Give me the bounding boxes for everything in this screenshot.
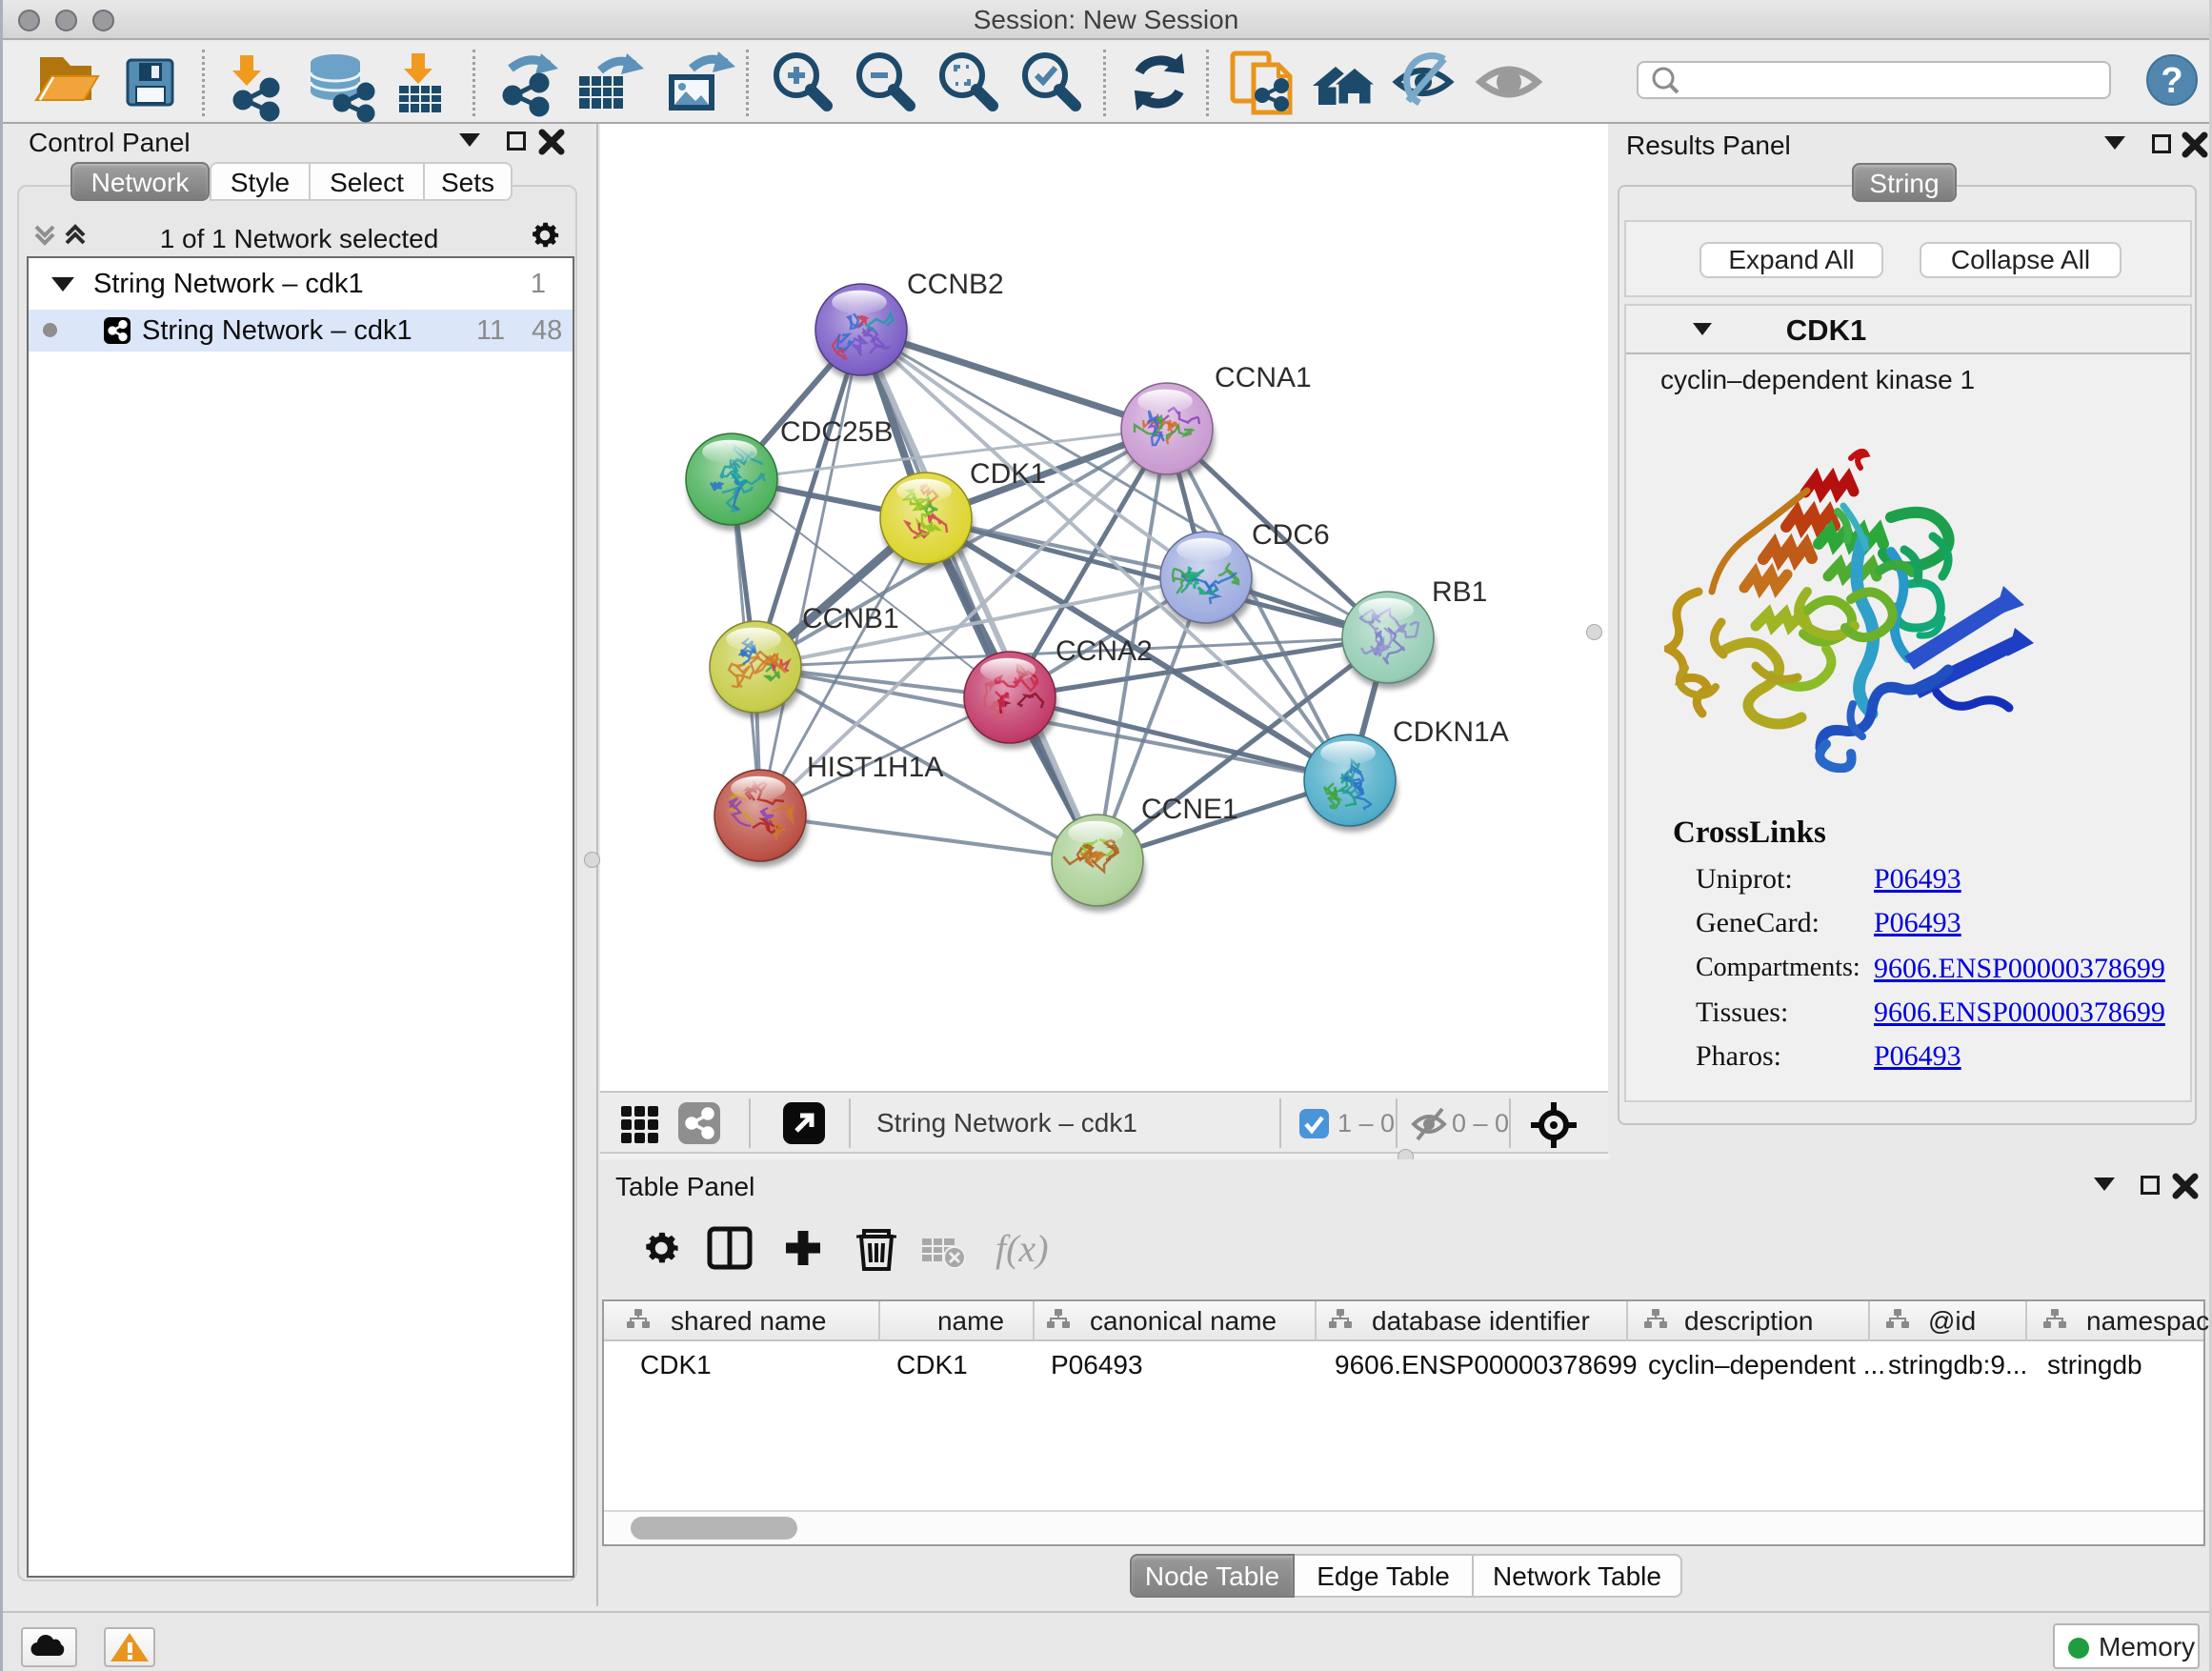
svg-text:CDC25B: CDC25B	[780, 416, 893, 448]
svg-text:CDKN1A: CDKN1A	[1393, 716, 1509, 748]
svg-text:CCNB1: CCNB1	[802, 603, 899, 634]
svg-text:CDK1: CDK1	[970, 458, 1046, 490]
svg-text:HIST1H1A: HIST1H1A	[807, 752, 943, 783]
svg-text:CCNA2: CCNA2	[1056, 635, 1153, 667]
svg-text:CCNA1: CCNA1	[1215, 362, 1312, 393]
svg-text:RB1: RB1	[1432, 576, 1487, 608]
svg-text:CCNB2: CCNB2	[907, 269, 1004, 300]
svg-text:?: ?	[2161, 61, 2182, 101]
svg-text:CDC6: CDC6	[1252, 519, 1330, 551]
svg-text:f(x): f(x)	[995, 1227, 1049, 1270]
svg-text:CCNE1: CCNE1	[1141, 794, 1238, 825]
